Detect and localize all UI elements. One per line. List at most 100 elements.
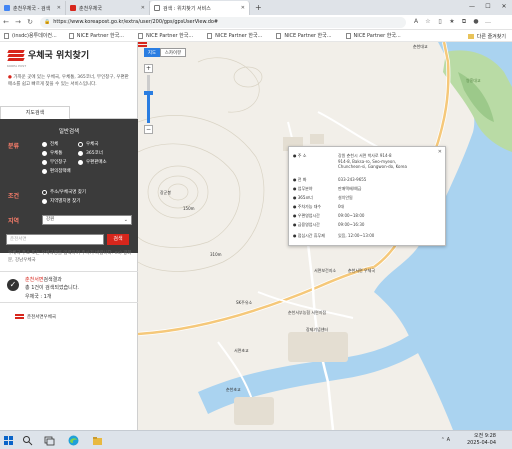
logo: 우체국 위치찾기 [7, 48, 89, 61]
radio-365-corner[interactable]: 365코너 [78, 150, 103, 156]
info-icon: ● [8, 75, 12, 80]
read-aloud-icon[interactable]: A [410, 18, 422, 26]
search-icon[interactable] [22, 435, 33, 446]
collections-icon[interactable]: ⧉ [458, 18, 470, 26]
bookmark-item[interactable]: NICE Partner 한국... [345, 32, 401, 39]
windows-taskbar: ⌃ A 오전 9:28 2025-04-04 [0, 430, 512, 449]
bookmark-item[interactable]: (insdc)용투데이컨... [4, 32, 57, 39]
browser-tab-3-active[interactable]: 검색 : 위치찾기 서비스 ✕ [150, 1, 250, 15]
url-field[interactable]: 🔒 https://www.koreapost.go.kr/extra/user… [40, 16, 406, 28]
bookmark-label: NICE Partner 한국... [145, 33, 194, 39]
task-view-icon[interactable] [44, 435, 55, 446]
map-label-bridge: 춘천초교 [226, 387, 241, 392]
radio-mailbox[interactable]: 우체통 [42, 150, 62, 156]
map-label-elevation: 150m [183, 206, 195, 211]
page-icon [137, 32, 143, 39]
new-tab-button[interactable]: + [250, 1, 267, 15]
koreapost-favicon-icon [70, 5, 76, 11]
popup-row-finance-hours: ● 금융영업시간 09:00~16:30 [293, 222, 365, 227]
check-icon: ✓ [7, 279, 19, 291]
profile-icon[interactable]: ● [470, 18, 482, 26]
favorites-icon[interactable]: ★ [446, 18, 458, 26]
popup-value: 033-243-9655 [338, 177, 367, 182]
close-popup-icon[interactable]: ✕ [438, 149, 442, 155]
edge-browser-icon[interactable] [68, 435, 79, 446]
clock[interactable]: 오전 9:28 2025-04-04 [467, 433, 496, 447]
map-label-elevation-2: 310m [210, 252, 222, 257]
radio-all[interactable]: 전체 [42, 141, 58, 147]
radio-unmanned[interactable]: 무인창구 [42, 159, 67, 165]
bookmark-item[interactable]: NICE Partner 한국... [137, 32, 194, 39]
chevron-up-icon[interactable]: ⌃ [441, 437, 445, 443]
close-tab-icon[interactable]: ✕ [237, 5, 245, 11]
radio-circle-checked [78, 141, 83, 147]
result-heading-rest: 검색결과 [43, 277, 62, 283]
popup-key: 전 화 [297, 177, 307, 182]
zoom-slider[interactable] [144, 75, 153, 123]
result-post-office-count: 우체국 : 1개 [25, 294, 52, 300]
page-icon [4, 32, 9, 39]
skyview-mode-button[interactable]: 스카이뷰 [160, 48, 186, 57]
browser-tools: A ☆ ▯ ★ ⧉ ● … [410, 18, 494, 26]
radio-by-region[interactable]: 지역별지명 찾기 [42, 198, 80, 204]
radio-circle [78, 150, 83, 156]
browser-tab-1[interactable]: 춘천우체국 - 검색 ✕ [0, 1, 66, 15]
browser-tab-2[interactable]: 춘천우체국 ✕ [66, 1, 150, 15]
other-favorites[interactable]: 다른 즐겨찾기 [467, 33, 506, 40]
maximize-icon[interactable]: ☐ [480, 0, 496, 15]
browser-tabbar: 춘천우체국 - 검색 ✕ 춘천우체국 ✕ 검색 : 위치찾기 서비스 ✕ + —… [0, 0, 512, 15]
radio-label: 우편판매소 [86, 160, 107, 165]
file-explorer-icon[interactable] [92, 435, 103, 446]
search-input[interactable]: 춘천서면 [6, 234, 104, 245]
radio-post-office[interactable]: 우체국 [78, 141, 98, 147]
region-select[interactable]: 강원 ⌄ [42, 215, 132, 225]
result-list-item[interactable]: 춘천서면우체국 [15, 314, 56, 320]
map-view[interactable]: 지도 스카이뷰 + − 장군봉 150m 310m 서면보건지소 춘천서면 우체… [138, 42, 512, 430]
bookmark-item[interactable]: NICE Partner 한국... [276, 32, 332, 39]
zoom-out-icon[interactable]: − [144, 125, 153, 134]
page-icon [207, 32, 213, 39]
popup-row-parking: ● 주차가능 대수 0대 [293, 204, 345, 209]
minimize-icon[interactable]: — [464, 0, 480, 15]
radio-circle [42, 159, 47, 165]
tab-label: 춘천우체국 - 검색 [13, 5, 51, 12]
map-label-east: 춘천대교 [413, 44, 428, 49]
tab-map-search[interactable]: 지도검색 [0, 106, 70, 119]
page-title: 우체국 위치찾기 [28, 51, 90, 61]
close-tab-icon[interactable]: ✕ [137, 5, 145, 11]
refresh-icon[interactable]: ↻ [24, 18, 36, 26]
search-button[interactable]: 검색 [107, 234, 129, 245]
map-label-mountain: 장군봉 [160, 190, 172, 195]
more-menu-icon[interactable]: … [482, 18, 494, 26]
popup-value: 09:00~18:00 [338, 213, 365, 218]
favorite-star-icon[interactable]: ☆ [422, 18, 434, 26]
windows-start-icon[interactable] [4, 436, 13, 445]
radio-by-address[interactable]: 주소/우체국명 찾기 [42, 189, 86, 195]
popup-row-address: ● 주 소 강원 춘천시 서면 박사로 914-8 914-8, Baksa-ro… [293, 153, 407, 169]
split-screen-icon[interactable]: ▯ [434, 18, 446, 26]
close-tab-icon[interactable]: ✕ [53, 5, 61, 11]
window-controls: — ☐ ✕ [464, 0, 512, 15]
close-window-icon[interactable]: ✕ [496, 0, 512, 15]
bookmark-item[interactable]: NICE Partner 한국... [68, 32, 124, 39]
url-text: https://www.koreapost.go.kr/extra/user/2… [53, 19, 219, 25]
clock-date: 2025-04-04 [466, 440, 496, 446]
bookmark-label: NICE Partner 한국... [284, 33, 332, 39]
radio-postal-shop[interactable]: 우편판매소 [78, 159, 107, 165]
forward-icon[interactable]: → [12, 18, 24, 26]
radio-circle [78, 159, 83, 165]
search-result-summary: ✓ 춘천서면검색결과 총 1건이 검색되었습니다. 우체국 : 1개 [0, 271, 138, 303]
bookmark-label: NICE Partner 한국... [353, 33, 401, 39]
bookmark-item[interactable]: NICE Partner 한국... [207, 32, 262, 39]
map-label-school: 서면초교 [234, 348, 249, 353]
zoom-in-icon[interactable]: + [144, 64, 153, 73]
popup-row-postal-hours: ● 우편영업시간 09:00~18:00 [293, 213, 365, 218]
input-language[interactable]: A [447, 437, 450, 443]
popup-row-services: ● 업무분야 판매택배/예금 [293, 186, 362, 191]
map-mode-button[interactable]: 지도 [144, 48, 160, 57]
zoom-slider-handle[interactable] [144, 91, 153, 95]
popup-value: 09:00~16:30 [338, 222, 365, 227]
radio-convenience[interactable]: 편의점택배 [42, 168, 71, 174]
post-office-map-marker-icon[interactable] [138, 42, 147, 49]
back-icon[interactable]: ← [0, 18, 12, 26]
